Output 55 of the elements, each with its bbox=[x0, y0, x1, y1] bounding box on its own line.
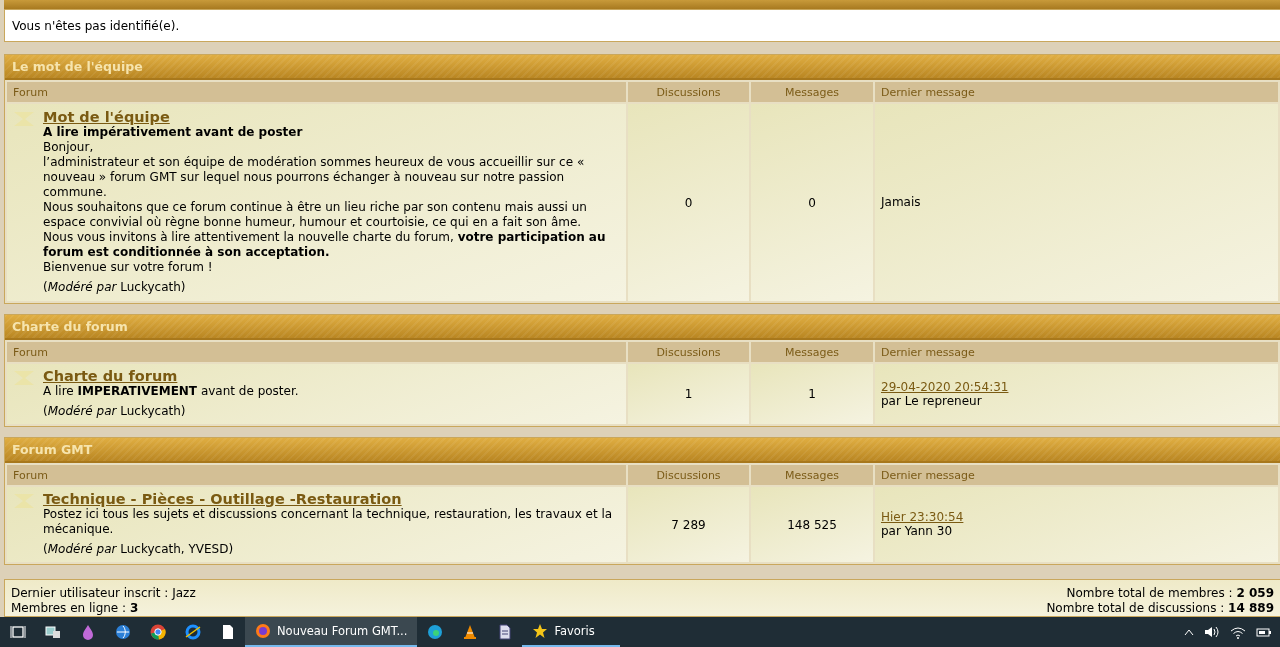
speaker-icon[interactable] bbox=[1204, 625, 1220, 639]
forum-description: A lire impérativement avant de poster bbox=[43, 125, 304, 140]
discussions-count: 7 289 bbox=[671, 517, 706, 532]
column-header: Dernier message bbox=[875, 465, 1278, 485]
taskbar-window-button[interactable]: Favoris bbox=[522, 617, 621, 647]
last-post-author: par Yann 30 bbox=[881, 524, 954, 539]
forum-description: l’administrateur et son équipe de modération sommes heureux de vous accueillir sur ce « nouveau » forum GMT sur lequel nous pourrons échanger à nouveau sur notre passion commune. bbox=[43, 155, 586, 200]
browser-icon bbox=[255, 623, 271, 639]
forum-description: Bonjour, bbox=[43, 140, 95, 155]
chevron-up-icon[interactable] bbox=[1184, 628, 1194, 636]
discussions-count: 0 bbox=[684, 195, 693, 210]
messages-count: 0 bbox=[808, 195, 816, 210]
forum-description: A lire IMPERATIVEMENT avant de poster. bbox=[43, 384, 299, 399]
login-status-text: Vous n'êtes pas identifié(e). bbox=[12, 18, 180, 33]
column-header: Discussions bbox=[628, 82, 749, 102]
column-header: Dernier message bbox=[875, 342, 1278, 362]
category-title: Charte du forum bbox=[12, 319, 128, 334]
last-post-link[interactable]: Hier 23:30:54 bbox=[881, 510, 964, 524]
category-title: Forum GMT bbox=[12, 442, 93, 457]
battery-icon[interactable] bbox=[1256, 626, 1272, 638]
last-post-link[interactable]: 29-04-2020 20:54:31 bbox=[881, 379, 1009, 394]
wifi-icon[interactable] bbox=[1230, 625, 1246, 639]
statistic-text: Dernier utilisateur inscrit : Jazz bbox=[11, 586, 196, 601]
column-header: Forum bbox=[7, 342, 626, 362]
moderators-text: (Modéré par Luckycath) bbox=[43, 280, 187, 295]
forum-description: Nous vous invitons à lire attentivement la nouvelle charte du forum, votre participation au forum est conditionnée à son acceptation. bbox=[43, 230, 607, 260]
discussions-count: 1 bbox=[684, 387, 693, 401]
forum-description: Nous souhaitons que ce forum continue à être un lieu riche par son contenu mais aussi un espace convivial où règne bonne humeur, humour et courtoisie, ce qui en a fait son âme. bbox=[43, 200, 588, 230]
taskbar-window-button[interactable]: Nouveau Forum GMT... bbox=[245, 617, 418, 647]
statistic-text: Membres en ligne : 3 bbox=[11, 601, 140, 616]
moderators-text: (Modéré par Luckycath, YVESD) bbox=[43, 542, 235, 557]
column-header: Dernier message bbox=[875, 82, 1278, 102]
messages-count: 148 525 bbox=[787, 517, 837, 532]
forum-description: Postez ici tous les sujets et discussions concernant la technique, restauration, les travaux et la mécanique. bbox=[43, 507, 614, 537]
column-header: Messages bbox=[751, 82, 873, 102]
statistic-text: Nombre total de discussions : 14 889 bbox=[1046, 601, 1274, 616]
forum-title-link[interactable]: Technique - Pièces - Outillage -Restauration bbox=[43, 491, 402, 507]
column-header: Forum bbox=[7, 82, 626, 102]
messages-count: 1 bbox=[808, 387, 816, 401]
column-header: Messages bbox=[751, 465, 873, 485]
statistic-text: Nombre total de membres : 2 059 bbox=[1065, 586, 1274, 601]
star-icon bbox=[532, 623, 549, 639]
moderators-text: (Modéré par Luckycath) bbox=[43, 404, 187, 419]
category-title: Le mot de l'équipe bbox=[12, 59, 143, 74]
last-post-text: Jamais bbox=[881, 195, 922, 210]
column-header: Forum bbox=[7, 465, 626, 485]
column-header: Messages bbox=[751, 342, 873, 362]
forum-title-link[interactable]: Charte du forum bbox=[43, 368, 178, 384]
forum-status-icon bbox=[13, 370, 35, 386]
forum-title-link[interactable]: Mot de l'équipe bbox=[43, 109, 170, 125]
forum-status-icon bbox=[13, 493, 35, 509]
column-header: Discussions bbox=[628, 342, 749, 362]
column-header: Discussions bbox=[628, 465, 749, 485]
forum-description: Bienvenue sur votre forum ! bbox=[43, 260, 214, 275]
last-post-author: par Le repreneur bbox=[881, 393, 983, 409]
